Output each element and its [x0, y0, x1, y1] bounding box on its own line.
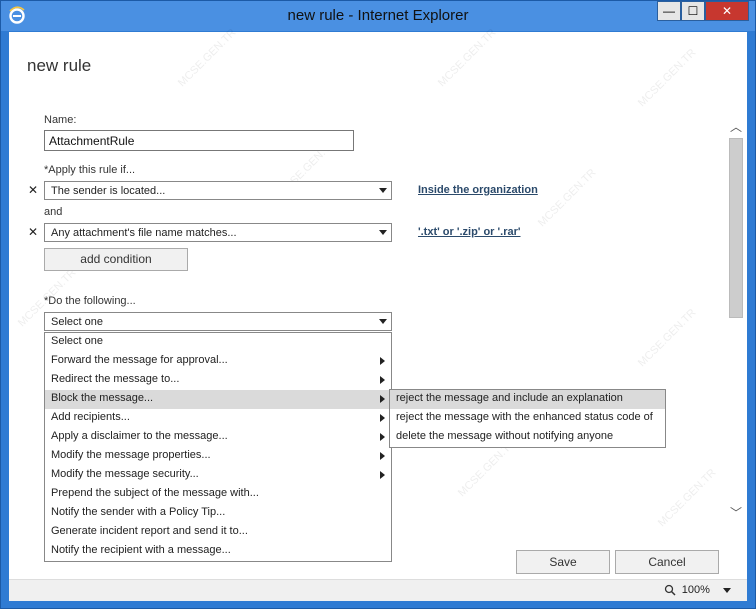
chevron-right-icon [380, 357, 385, 365]
action-option-block-message[interactable]: Block the message... [45, 390, 391, 409]
condition-2-value: Any attachment's file name matches... [51, 227, 237, 239]
action-option[interactable]: Generate incident report and send it to.… [45, 523, 391, 542]
condition-2-select[interactable]: Any attachment's file name matches... [44, 223, 392, 242]
rule-name-input[interactable]: AttachmentRule [44, 130, 354, 151]
action-dropdown-list: Select one Forward the message for appro… [44, 332, 392, 562]
watermark-text: MCSE.GEN.TR [635, 306, 699, 370]
watermark-text: MCSE.GEN.TR [635, 46, 699, 110]
action-option[interactable]: Notify the sender with a Policy Tip... [45, 504, 391, 523]
action-select[interactable]: Select one [44, 312, 392, 331]
scroll-down-icon[interactable]: ﹀ [729, 504, 743, 520]
submenu-option-reject-with-explanation[interactable]: reject the message and include an explan… [390, 390, 665, 409]
action-option[interactable]: Notify the recipient with a message... [45, 542, 391, 561]
option-label: Add recipients... [51, 411, 130, 423]
status-bar: 100% [9, 579, 747, 601]
cancel-button[interactable]: Cancel [615, 550, 719, 574]
action-option[interactable]: Prepend the subject of the message with.… [45, 485, 391, 504]
watermark-text: MCSE.GEN.TR [435, 26, 499, 90]
do-following-label: *Do the following... [44, 295, 136, 307]
chevron-right-icon [380, 433, 385, 441]
remove-condition-1-button[interactable]: ✕ [27, 183, 39, 197]
and-label: and [44, 206, 63, 218]
option-label: Redirect the message to... [51, 373, 180, 385]
option-label: Generate incident report and send it to.… [51, 525, 248, 537]
chevron-right-icon [380, 471, 385, 479]
option-label: Modify the message properties... [51, 449, 211, 461]
chevron-right-icon [380, 414, 385, 422]
zoom-icon [664, 584, 676, 596]
chevron-right-icon [380, 395, 385, 403]
chevron-down-icon [379, 230, 387, 235]
chevron-down-icon [379, 319, 387, 324]
save-button[interactable]: Save [516, 550, 610, 574]
option-label: Apply a disclaimer to the message... [51, 430, 228, 442]
action-option[interactable]: Select one [45, 333, 391, 352]
condition-1-value: The sender is located... [51, 185, 166, 197]
condition-2-value-link[interactable]: '.txt' or '.zip' or '.rar' [418, 226, 521, 238]
scroll-thumb[interactable] [729, 138, 743, 318]
option-label: Block the message... [51, 392, 154, 404]
block-message-submenu: reject the message and include an explan… [389, 389, 666, 448]
name-label: Name: [44, 114, 77, 126]
chevron-down-icon [379, 188, 387, 193]
apply-rule-label: *Apply this rule if... [44, 164, 136, 176]
action-option[interactable]: Modify the message properties... [45, 447, 391, 466]
option-label: Select one [51, 335, 103, 347]
vertical-scrollbar[interactable]: ︿ ﹀ [727, 118, 745, 520]
option-label: Prepend the subject of the message with.… [51, 487, 259, 499]
browser-window: new rule - Internet Explorer — ☐ ✕ MCSE.… [0, 0, 756, 609]
submenu-option-delete-without-notifying[interactable]: delete the message without notifying any… [390, 428, 665, 447]
watermark-text: MCSE.GEN.TR [175, 26, 239, 90]
option-label: Notify the sender with a Policy Tip... [51, 506, 226, 518]
close-button[interactable]: ✕ [705, 1, 749, 21]
option-label: Notify the recipient with a message... [51, 544, 231, 556]
action-option[interactable]: Add recipients... [45, 409, 391, 428]
zoom-control[interactable]: 100% [664, 584, 731, 596]
watermark-text: MCSE.GEN.TR [655, 466, 719, 530]
window-title: new rule - Internet Explorer [287, 7, 469, 24]
maximize-button[interactable]: ☐ [681, 1, 705, 21]
action-option[interactable]: Modify the message security... [45, 466, 391, 485]
chevron-down-icon [723, 587, 731, 593]
option-label: Forward the message for approval... [51, 354, 228, 366]
chevron-right-icon [380, 452, 385, 460]
zoom-level: 100% [681, 584, 710, 596]
page-title: new rule [27, 56, 92, 75]
condition-1-select[interactable]: The sender is located... [44, 181, 392, 200]
action-select-value: Select one [51, 316, 103, 328]
title-bar[interactable]: new rule - Internet Explorer — ☐ ✕ [1, 1, 755, 31]
condition-1-value-link[interactable]: Inside the organization [418, 184, 538, 196]
minimize-button[interactable]: — [657, 1, 681, 21]
action-option[interactable]: Forward the message for approval... [45, 352, 391, 371]
watermark-text: MCSE.GEN.TR [535, 166, 599, 230]
remove-condition-2-button[interactable]: ✕ [27, 225, 39, 239]
action-option[interactable]: Apply a disclaimer to the message... [45, 428, 391, 447]
chevron-right-icon [380, 376, 385, 384]
option-label: Modify the message security... [51, 468, 199, 480]
scroll-up-icon[interactable]: ︿ [729, 118, 743, 134]
submenu-option-reject-with-status-code[interactable]: reject the message with the enhanced sta… [390, 409, 665, 428]
action-option[interactable]: Redirect the message to... [45, 371, 391, 390]
add-condition-button[interactable]: add condition [44, 248, 188, 271]
page-content: MCSE.GEN.TR MCSE.GEN.TR MCSE.GEN.TR MCSE… [9, 27, 747, 601]
